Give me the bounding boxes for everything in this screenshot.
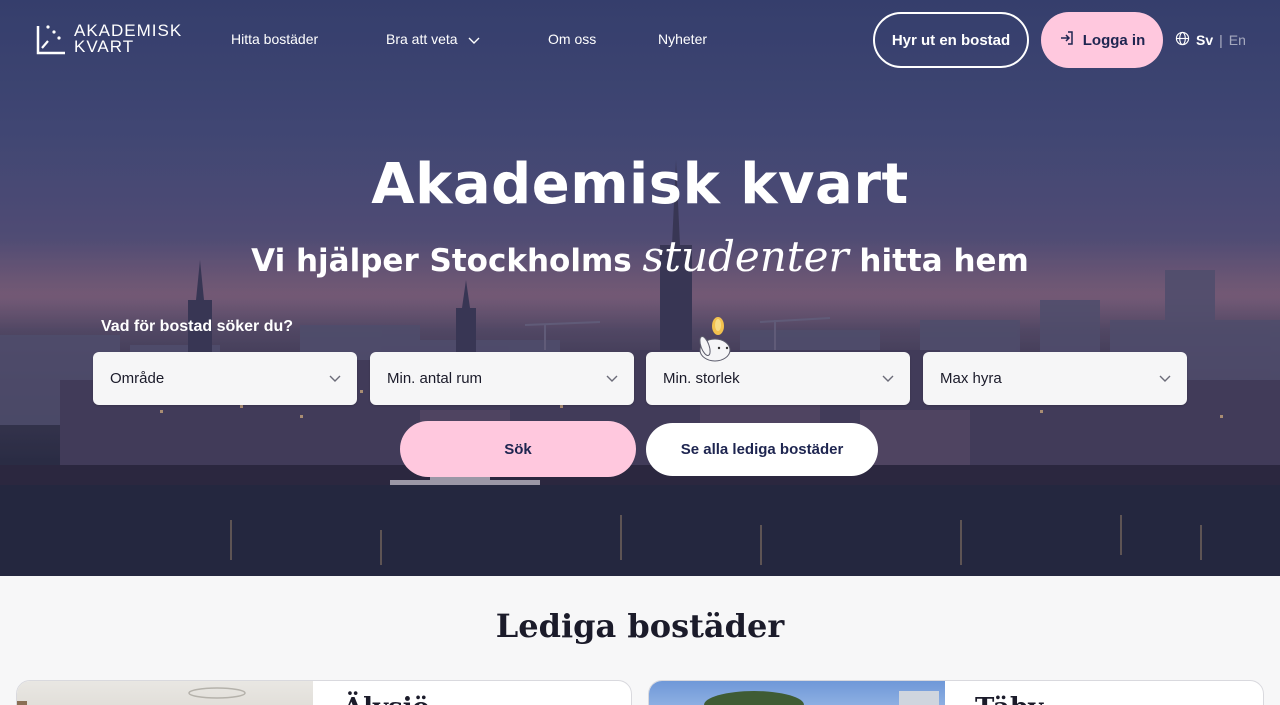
listing-card[interactable]: Älvsjö	[16, 680, 632, 705]
area-select[interactable]: Område	[93, 352, 357, 405]
logo-mark-icon	[36, 25, 65, 55]
select-label: Min. antal rum	[387, 370, 483, 387]
top-navigation: AKADEMISK KVART Hitta bostäder Bra att v…	[0, 0, 1280, 80]
nav-link-news[interactable]: Nyheter	[658, 31, 707, 47]
rent-out-button[interactable]: Hyr ut en bostad	[873, 12, 1029, 68]
subtitle-after: hitta hem	[859, 243, 1029, 279]
search-question: Vad för bostad söker du?	[101, 318, 294, 335]
logo-text: AKADEMISK KVART	[74, 22, 182, 56]
subtitle-before: Vi hjälper Stockholms	[251, 243, 632, 279]
nav-link-label: Bra att veta	[386, 31, 458, 47]
login-button[interactable]: Logga in	[1041, 12, 1163, 68]
hero-overlay	[0, 0, 1280, 576]
bunny-mascot-icon	[699, 317, 731, 362]
see-all-listings-button[interactable]: Se alla lediga bostäder	[646, 423, 878, 476]
lang-sv[interactable]: Sv	[1196, 32, 1213, 48]
chevron-down-icon	[606, 370, 618, 387]
min-size-select[interactable]: Min. storlek	[646, 352, 910, 405]
listing-photo	[17, 681, 313, 705]
hero-subtitle: Vi hjälper Stockholms studenter hitta he…	[0, 232, 1280, 281]
nav-link-about[interactable]: Om oss	[548, 31, 596, 47]
listings-heading: Lediga bostäder	[495, 607, 785, 645]
search-button[interactable]: Sök	[400, 421, 636, 477]
max-rent-select[interactable]: Max hyra	[923, 352, 1187, 405]
language-switcher: Sv | En	[1175, 31, 1246, 49]
login-label: Logga in	[1082, 31, 1146, 49]
chevron-down-icon	[329, 370, 341, 387]
globe-icon	[1175, 31, 1190, 49]
listing-photo	[649, 681, 945, 705]
min-rooms-select[interactable]: Min. antal rum	[370, 352, 634, 405]
tree-image	[704, 691, 939, 705]
logo-line-2: KVART	[74, 37, 135, 56]
listing-title: Älvsjö	[343, 693, 430, 705]
lang-en[interactable]: En	[1229, 32, 1246, 48]
nav-link-find-housing[interactable]: Hitta bostäder	[231, 31, 318, 47]
select-label: Max hyra	[940, 370, 1002, 387]
brand-logo[interactable]: AKADEMISK KVART	[36, 22, 182, 56]
hero-title: Akademisk kvart	[371, 152, 909, 217]
nav-link-good-to-know[interactable]: Bra att veta	[386, 31, 480, 48]
chevron-down-icon	[882, 370, 894, 387]
chevron-down-icon	[468, 32, 480, 48]
login-arrow-icon	[1059, 30, 1075, 50]
select-label: Område	[110, 370, 165, 387]
subtitle-emphasis: studenter	[642, 232, 849, 281]
hero-banner	[0, 0, 1280, 576]
chevron-down-icon	[1159, 370, 1171, 387]
ceiling-lamp-icon	[17, 687, 246, 705]
listing-title: Täby	[975, 693, 1043, 705]
select-label: Min. storlek	[663, 370, 740, 387]
lang-separator: |	[1219, 32, 1223, 48]
listing-card[interactable]: Täby	[648, 680, 1264, 705]
